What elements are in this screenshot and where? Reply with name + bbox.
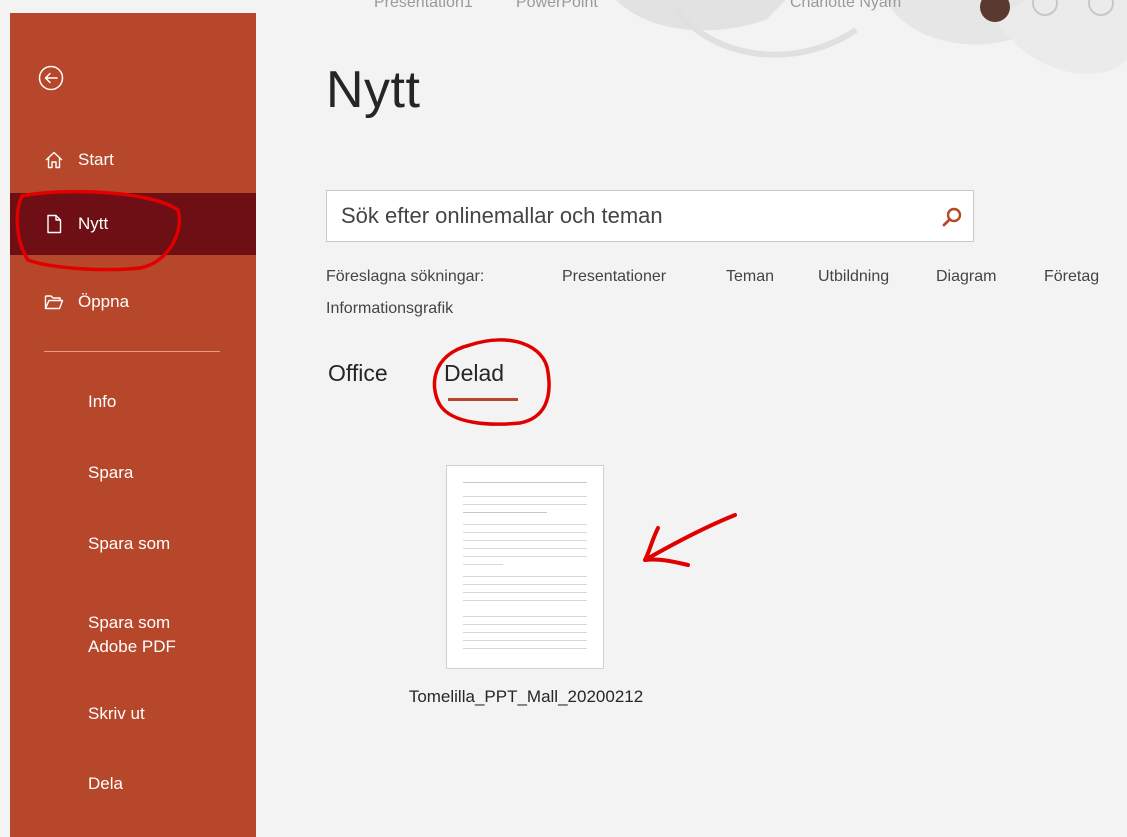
tab-office[interactable]: Office [328,360,388,387]
user-name[interactable]: Charlotte Nyam [790,0,901,12]
sidebar-item-spara-som-adobe-pdf[interactable]: Spara som Adobe PDF [10,603,256,667]
sidebar-item-label: Skriv ut [88,704,145,723]
thumbnail-line [463,556,587,557]
sidebar-item-start[interactable]: Start [10,137,256,183]
sidebar-item-label: Nytt [78,214,109,233]
sidebar-item-label: Dela [88,774,123,793]
suggestion-link[interactable]: Utbildning [818,268,889,286]
sidebar-item-info[interactable]: Info [10,379,256,425]
thumbnail-line [463,592,587,593]
thumbnail-line [463,504,587,505]
back-arrow-circle-icon [38,65,64,91]
thumbnail-line [463,632,587,633]
sidebar-divider [44,351,220,352]
sidebar-item-label: Spara [88,463,134,482]
suggested-searches-label: Föreslagna sökningar: [326,268,485,285]
title-bar: Presentation1 PowerPoint Charlotte Nyam [256,0,1127,24]
open-folder-icon [42,290,66,314]
thumbnail-line [463,540,587,541]
sidebar-item-oppna[interactable]: Öppna [10,279,256,325]
sidebar-item-skriv-ut[interactable]: Skriv ut [10,691,256,737]
thumbnail-line [463,512,547,513]
template-name: Tomelilla_PPT_Mall_20200212 [408,687,644,706]
search-input[interactable] [339,202,933,230]
suggested-searches: Föreslagna sökningar: Presentationer Tem… [326,268,1126,328]
sidebar-item-label: Info [88,392,117,411]
powerpoint-backstage: Start Nytt Öppna Info Spara Spara som Sp… [0,0,1127,837]
thumbnail-line [463,576,587,577]
thumbnail-line [463,548,587,549]
back-button[interactable] [38,65,64,91]
sidebar-item-nytt[interactable]: Nytt [10,193,256,255]
sidebar-item-dela[interactable]: Dela [10,761,256,807]
thumbnail-line [463,624,587,625]
thumbnail-line [463,616,587,617]
backstage-sidebar: Start Nytt Öppna Info Spara Spara som Sp… [10,13,256,837]
new-document-icon [42,212,66,236]
suggestion-link[interactable]: Presentationer [562,268,666,286]
backstage-main: Presentation1 PowerPoint Charlotte Nyam … [256,0,1127,837]
suggestion-link[interactable]: Diagram [936,268,996,286]
thumbnail-line [463,482,587,483]
thumbnail-line [463,496,587,497]
selected-tab-indicator [448,398,518,401]
template-search-box [326,190,974,242]
template-card[interactable]: Tomelilla_PPT_Mall_20200212 [376,465,676,725]
help-icon[interactable] [1088,0,1114,16]
thumbnail-line [463,640,587,641]
suggestion-link[interactable]: Informationsgrafik [326,300,453,318]
tab-delad[interactable]: Delad [444,360,504,387]
smiley-icon[interactable] [1032,0,1058,16]
sidebar-item-spara-som[interactable]: Spara som [10,521,256,567]
thumbnail-line [463,584,587,585]
thumbnail-line [463,564,503,565]
template-thumbnail [446,465,604,669]
suggestion-link[interactable]: Företag [1044,268,1099,286]
thumbnail-line [463,600,587,601]
search-icon[interactable] [941,206,963,228]
sidebar-item-label: Start [78,150,114,169]
sidebar-item-label: Öppna [78,292,130,311]
thumbnail-line [463,648,587,649]
suggestion-link[interactable]: Teman [726,268,774,286]
document-name: Presentation1 [374,0,473,11]
sidebar-item-spara[interactable]: Spara [10,450,256,496]
home-icon [42,148,66,172]
thumbnail-line [463,532,587,533]
avatar[interactable] [980,0,1010,22]
thumbnail-line [463,524,587,525]
sidebar-item-label: Spara som [88,534,171,553]
page-title: Nytt [326,61,421,119]
app-name: PowerPoint [516,0,598,11]
sidebar-item-label: Spara som Adobe PDF [88,613,176,656]
